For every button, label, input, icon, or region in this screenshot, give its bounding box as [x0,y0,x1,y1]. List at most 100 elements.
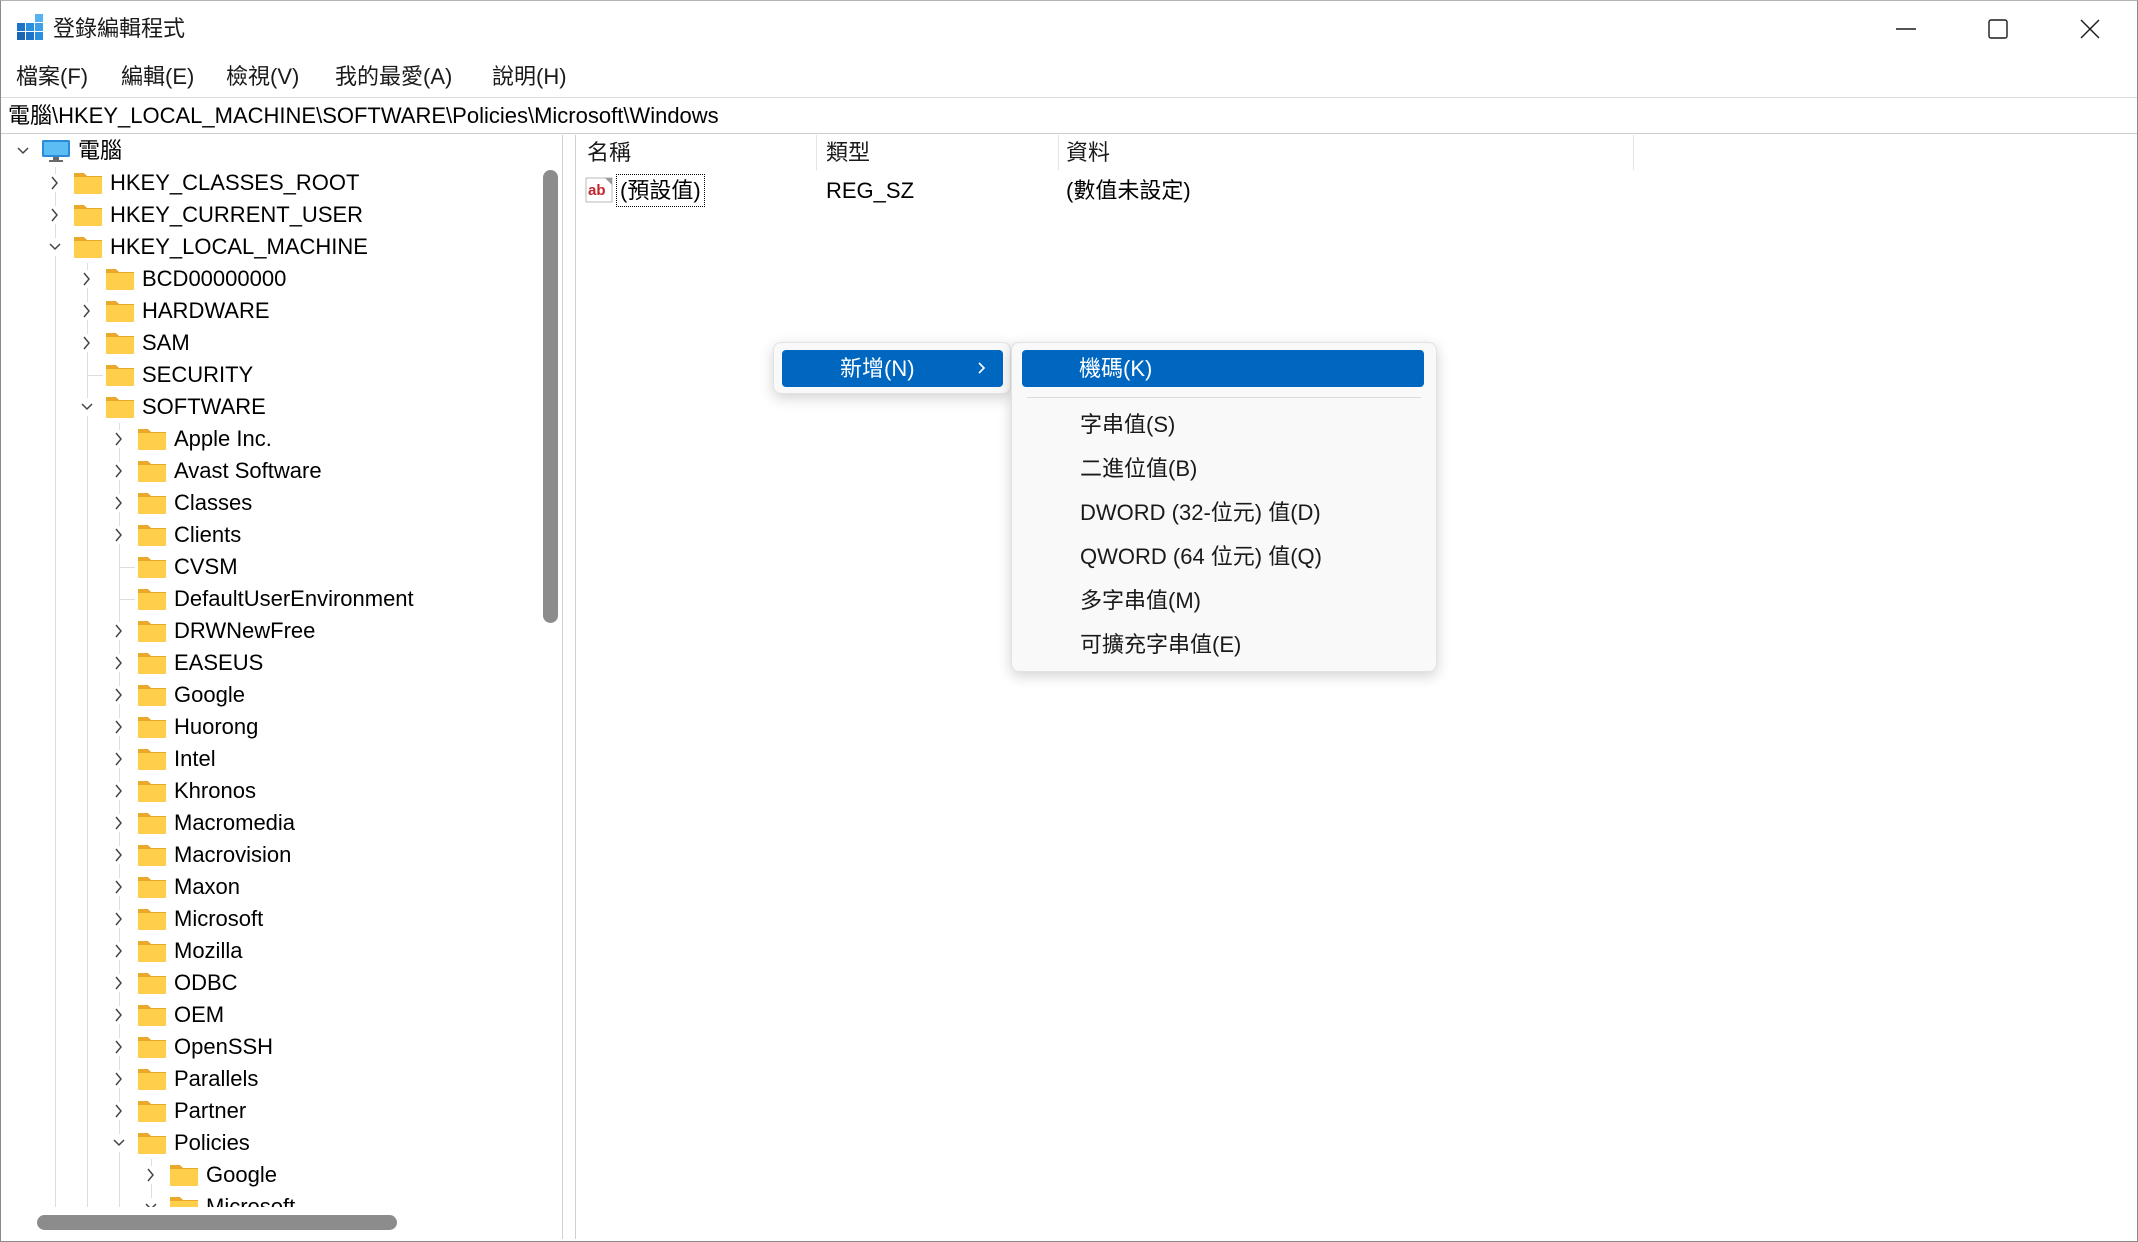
tree-item[interactable]: Apple Inc. [1,423,539,455]
close-button[interactable] [2044,1,2136,56]
menu-file[interactable]: 檔案(F) [16,58,88,96]
submenu-item-multi-string-value[interactable]: 多字串值(M) [1012,579,1436,623]
tree-item-label: Microsoft [206,1194,296,1207]
address-bar[interactable]: 電腦\HKEY_LOCAL_MACHINE\SOFTWARE\Policies\… [1,97,2137,134]
values-pane[interactable]: 名稱 類型 資料 ab (預設值) REG_SZ (數值未設定) [575,135,2137,1239]
chevron-right-icon[interactable] [111,526,127,544]
submenu-item-key[interactable]: 機碼(K) [1022,350,1424,387]
chevron-right-icon[interactable] [79,302,95,320]
menu-edit[interactable]: 編輯(E) [121,58,194,96]
chevron-right-icon[interactable] [111,750,127,768]
submenu-item-dword-value[interactable]: DWORD (32-位元) 值(D) [1012,491,1436,535]
submenu-item-binary-value[interactable]: 二進位值(B) [1012,447,1436,491]
chevron-right-icon[interactable] [111,462,127,480]
chevron-down-icon[interactable] [143,1198,159,1207]
chevron-right-icon[interactable] [47,174,63,192]
tree-vertical-scrollbar[interactable] [540,135,561,1207]
tree-item[interactable]: Macromedia [1,807,539,839]
tree-item-label: HKEY_CURRENT_USER [110,202,364,227]
tree-item[interactable]: Microsoft [1,1191,539,1207]
tree-item[interactable]: Maxon [1,871,539,903]
chevron-right-icon[interactable] [111,910,127,928]
tree-item[interactable]: Parallels [1,1063,539,1095]
tree-item[interactable]: Google [1,679,539,711]
tree-item[interactable]: Google [1,1159,539,1191]
chevron-down-icon[interactable] [47,238,63,256]
submenu-item-label: 二進位值(B) [1080,456,1198,481]
tree-horizontal-scroll-thumb[interactable] [37,1215,397,1230]
tree-item[interactable]: ODBC [1,967,539,999]
tree-vertical-scroll-thumb[interactable] [543,170,558,623]
chevron-right-icon[interactable] [47,206,63,224]
tree-item[interactable]: SOFTWARE [1,391,539,423]
chevron-right-icon[interactable] [111,846,127,864]
submenu-item-expandable-string-value[interactable]: 可擴充字串值(E) [1012,623,1436,667]
submenu-item-string-value[interactable]: 字串值(S) [1012,403,1436,447]
minimize-button[interactable] [1860,1,1952,56]
menu-item-new[interactable]: 新增(N) [782,350,1003,387]
column-divider[interactable] [816,135,817,170]
chevron-right-icon[interactable] [111,1038,127,1056]
title-bar[interactable]: 登錄編輯程式 [1,1,2137,56]
chevron-right-icon[interactable] [111,1006,127,1024]
chevron-right-icon[interactable] [111,686,127,704]
column-header-type[interactable]: 類型 [826,135,870,170]
value-name[interactable]: (預設值) [616,174,705,207]
chevron-right-icon[interactable] [111,654,127,672]
column-divider[interactable] [1633,135,1634,170]
chevron-right-icon[interactable] [143,1166,159,1184]
menu-view[interactable]: 檢視(V) [226,58,299,96]
tree-item[interactable]: DefaultUserEnvironment [1,583,539,615]
tree-item[interactable]: SECURITY [1,359,539,391]
chevron-down-icon[interactable] [111,1134,127,1152]
column-header-name[interactable]: 名稱 [587,135,631,170]
tree-item[interactable]: Khronos [1,775,539,807]
chevron-right-icon[interactable] [111,1102,127,1120]
tree-horizontal-scrollbar[interactable] [1,1207,562,1239]
tree-item[interactable]: CVSM [1,551,539,583]
menu-favorites[interactable]: 我的最愛(A) [335,58,452,96]
tree-item[interactable]: Avast Software [1,455,539,487]
tree-item[interactable]: SAM [1,327,539,359]
chevron-down-icon[interactable] [79,398,95,416]
tree-item[interactable]: Clients [1,519,539,551]
tree-item[interactable]: Policies [1,1127,539,1159]
chevron-right-icon[interactable] [111,494,127,512]
chevron-right-icon[interactable] [79,270,95,288]
chevron-right-icon[interactable] [111,622,127,640]
tree-item[interactable]: HARDWARE [1,295,539,327]
tree-item[interactable]: DRWNewFree [1,615,539,647]
chevron-down-icon[interactable] [15,142,31,160]
chevron-right-icon[interactable] [111,814,127,832]
chevron-right-icon[interactable] [111,430,127,448]
tree-item[interactable]: Intel [1,743,539,775]
chevron-right-icon[interactable] [79,334,95,352]
tree-item[interactable]: Macrovision [1,839,539,871]
menu-help[interactable]: 說明(H) [492,58,567,96]
column-divider[interactable] [1058,135,1059,170]
tree-item[interactable]: HKEY_LOCAL_MACHINE [1,231,539,263]
chevron-right-icon[interactable] [111,782,127,800]
tree-item[interactable]: HKEY_CLASSES_ROOT [1,167,539,199]
chevron-right-icon[interactable] [111,1070,127,1088]
tree-item[interactable]: Partner [1,1095,539,1127]
chevron-right-icon[interactable] [111,942,127,960]
tree-item[interactable]: EASEUS [1,647,539,679]
tree-item[interactable]: OpenSSH [1,1031,539,1063]
tree-item[interactable]: Mozilla [1,935,539,967]
tree-item[interactable]: OEM [1,999,539,1031]
tree-item[interactable]: HKEY_CURRENT_USER [1,199,539,231]
chevron-right-icon[interactable] [111,878,127,896]
tree-item[interactable]: Microsoft [1,903,539,935]
tree-item[interactable]: Huorong [1,711,539,743]
tree-item[interactable]: 電腦 [1,135,539,167]
maximize-button[interactable] [1952,1,2044,56]
tree-item[interactable]: Classes [1,487,539,519]
chevron-right-icon[interactable] [111,718,127,736]
tree-item[interactable]: BCD00000000 [1,263,539,295]
chevron-right-icon[interactable] [111,974,127,992]
value-row[interactable]: ab (預設值) REG_SZ (數值未設定) [576,173,2136,208]
column-header-data[interactable]: 資料 [1066,135,1110,170]
key-tree-pane: 電腦 HKEY_CLASSES_ROOT HKEY_CURRENT_USER HKEY… [1,135,563,1239]
submenu-item-qword-value[interactable]: QWORD (64 位元) 值(Q) [1012,535,1436,579]
